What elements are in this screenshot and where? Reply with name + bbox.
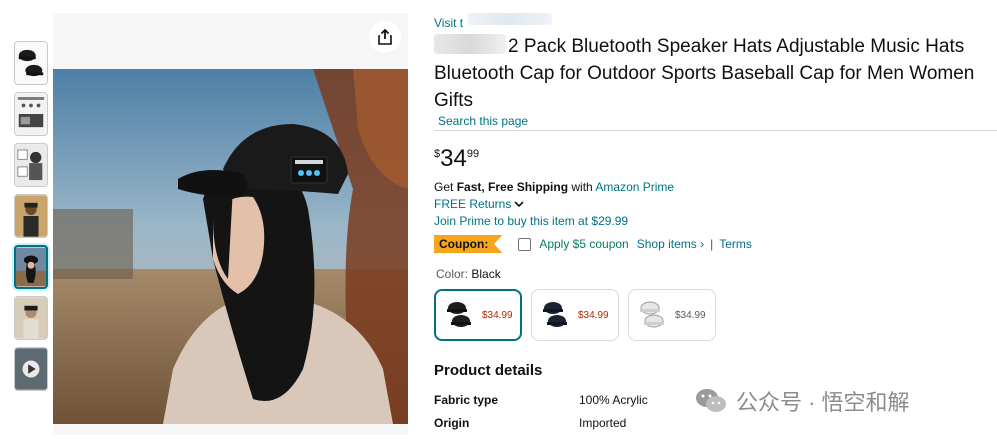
share-icon xyxy=(378,28,392,45)
detail-key: Origin xyxy=(434,416,470,430)
divider xyxy=(434,130,997,131)
product-details-heading: Product details xyxy=(434,362,543,379)
watermark: 公众号 · 悟空和解 xyxy=(694,385,910,417)
chevron-down-icon xyxy=(514,201,524,208)
white-cap-icon xyxy=(640,301,664,328)
color-label-prefix: Color: xyxy=(436,267,472,281)
detail-key: Fabric type xyxy=(434,393,499,407)
price-fraction: 99 xyxy=(466,148,480,160)
variant-price: $34.99 xyxy=(578,309,609,321)
search-this-page-link[interactable]: Search this page xyxy=(438,114,528,128)
watermark-text: 公众号 · 悟空和解 xyxy=(736,390,910,415)
variant-swatch-black[interactable]: $34.99 xyxy=(434,289,522,341)
terms-link[interactable]: Terms xyxy=(719,237,752,251)
thumbnail-7-video[interactable] xyxy=(14,347,48,391)
thumbnail-4[interactable] xyxy=(14,194,48,238)
join-prime-link[interactable]: Join Prime to buy this item at $29.99 xyxy=(434,214,628,228)
thumbnail-1[interactable] xyxy=(14,41,48,85)
visit-store-link[interactable]: Visit t xyxy=(434,16,463,30)
coupon-checkbox[interactable] xyxy=(518,237,532,251)
main-product-image[interactable] xyxy=(53,69,408,424)
apply-coupon-label[interactable]: Apply $5 coupon xyxy=(539,237,628,251)
product-title: 2 Pack Bluetooth Speaker Hats Adjustable… xyxy=(434,36,975,111)
wechat-icon xyxy=(696,389,726,412)
variant-price: $34.99 xyxy=(482,309,513,321)
thumbnail-3[interactable] xyxy=(14,143,48,187)
coupon-separator: | xyxy=(710,237,714,251)
price-symbol: $ xyxy=(434,148,441,160)
thumbnail-5-selected[interactable] xyxy=(14,245,48,289)
shipping-bold: Fast, Free Shipping xyxy=(456,180,569,194)
black-cap-icon xyxy=(447,302,471,327)
shop-items-link[interactable]: Shop items › xyxy=(637,237,704,251)
price-whole: 34 xyxy=(440,145,467,172)
variant-swatch-white[interactable]: $34.99 xyxy=(628,289,716,341)
navy-cap-icon xyxy=(543,302,567,327)
detail-value: Imported xyxy=(579,416,627,430)
detail-value: 100% Acrylic xyxy=(579,393,648,407)
variant-swatch-navy[interactable]: $34.99 xyxy=(531,289,619,341)
price: $3499 xyxy=(434,145,479,173)
color-value: Black xyxy=(471,267,501,281)
coupon-row: Coupon: Apply $5 coupon Shop items › | T… xyxy=(434,234,752,254)
shipping-prefix: Get xyxy=(434,180,457,194)
share-button[interactable] xyxy=(369,21,401,53)
free-returns-label: FREE Returns xyxy=(434,197,512,211)
amazon-prime-link[interactable]: Amazon Prime xyxy=(595,180,674,194)
shipping-info: Get Fast, Free Shipping with Amazon Prim… xyxy=(434,180,674,194)
shipping-mid: with xyxy=(568,180,596,194)
color-label: Color: Black xyxy=(436,267,501,281)
blurred-store-name xyxy=(468,13,552,25)
thumbnail-6[interactable] xyxy=(14,296,48,340)
thumbnail-2[interactable] xyxy=(14,92,48,136)
variant-price: $34.99 xyxy=(675,309,706,321)
coupon-badge: Coupon: xyxy=(434,235,503,253)
free-returns-dropdown[interactable]: FREE Returns xyxy=(434,197,524,211)
thumbnail-list xyxy=(14,41,50,398)
